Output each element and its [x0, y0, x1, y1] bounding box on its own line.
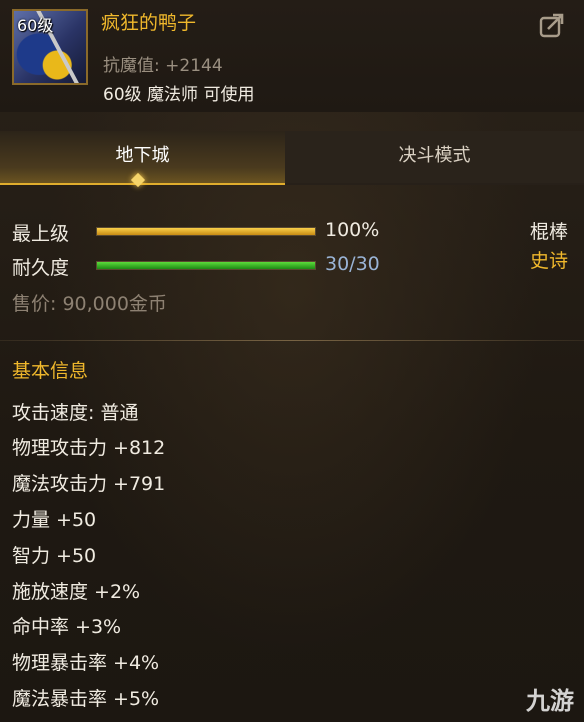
enhance-percent: 100%: [325, 219, 380, 241]
basic-info-title: 基本信息: [12, 360, 89, 382]
durability-value: 30/30: [325, 253, 380, 275]
section-divider: [0, 340, 584, 341]
magic-defense: 抗魔值: +2144: [103, 51, 223, 76]
share-export-icon[interactable]: [539, 12, 565, 38]
magic-defense-label: 抗魔值:: [103, 56, 160, 76]
mode-tabs: 地下城 决斗模式: [0, 131, 584, 185]
magic-defense-value: +2144: [165, 56, 223, 76]
item-header: 60级 疯狂的鸭子 抗魔值: +2144 60级 魔法师 可使用: [0, 0, 584, 112]
sell-price: 售价: 90,000金币: [12, 293, 167, 315]
enhance-bar: [96, 227, 316, 236]
enhance-label: 最上级: [12, 223, 70, 245]
attr-magic-attack: 魔法攻击力 +791: [12, 473, 166, 495]
attr-magic-crit: 魔法暴击率 +5%: [12, 688, 160, 710]
attr-attack-speed: 攻击速度: 普通: [12, 402, 139, 424]
rarity-label: 史诗: [529, 250, 568, 272]
staff-item-icon[interactable]: 60级: [12, 9, 88, 85]
item-tooltip-panel: 60级 疯狂的鸭子 抗魔值: +2144 60级 魔法师 可使用 地下城 决斗模…: [0, 0, 584, 722]
attr-physical-crit: 物理暴击率 +4%: [12, 652, 160, 674]
enhance-bar-fill: [97, 228, 315, 235]
watermark-logo: 九游: [526, 687, 574, 715]
item-name: 疯狂的鸭子: [101, 12, 197, 34]
durability-label: 耐久度: [12, 257, 70, 279]
attr-physical-attack: 物理攻击力 +812: [12, 437, 166, 459]
usage-requirement: 60级 魔法师 可使用: [103, 85, 255, 105]
attr-strength: 力量 +50: [12, 509, 97, 531]
weapon-type: 棍棒: [529, 221, 568, 243]
attr-hit-rate: 命中率 +3%: [12, 616, 122, 638]
attr-cast-speed: 施放速度 +2%: [12, 581, 141, 603]
durability-bar: [96, 261, 316, 270]
tab-duel-mode[interactable]: 决斗模式: [285, 131, 584, 183]
durability-bar-fill: [97, 262, 315, 269]
attr-intelligence: 智力 +50: [12, 545, 97, 567]
item-level-badge: 60级: [17, 16, 54, 35]
